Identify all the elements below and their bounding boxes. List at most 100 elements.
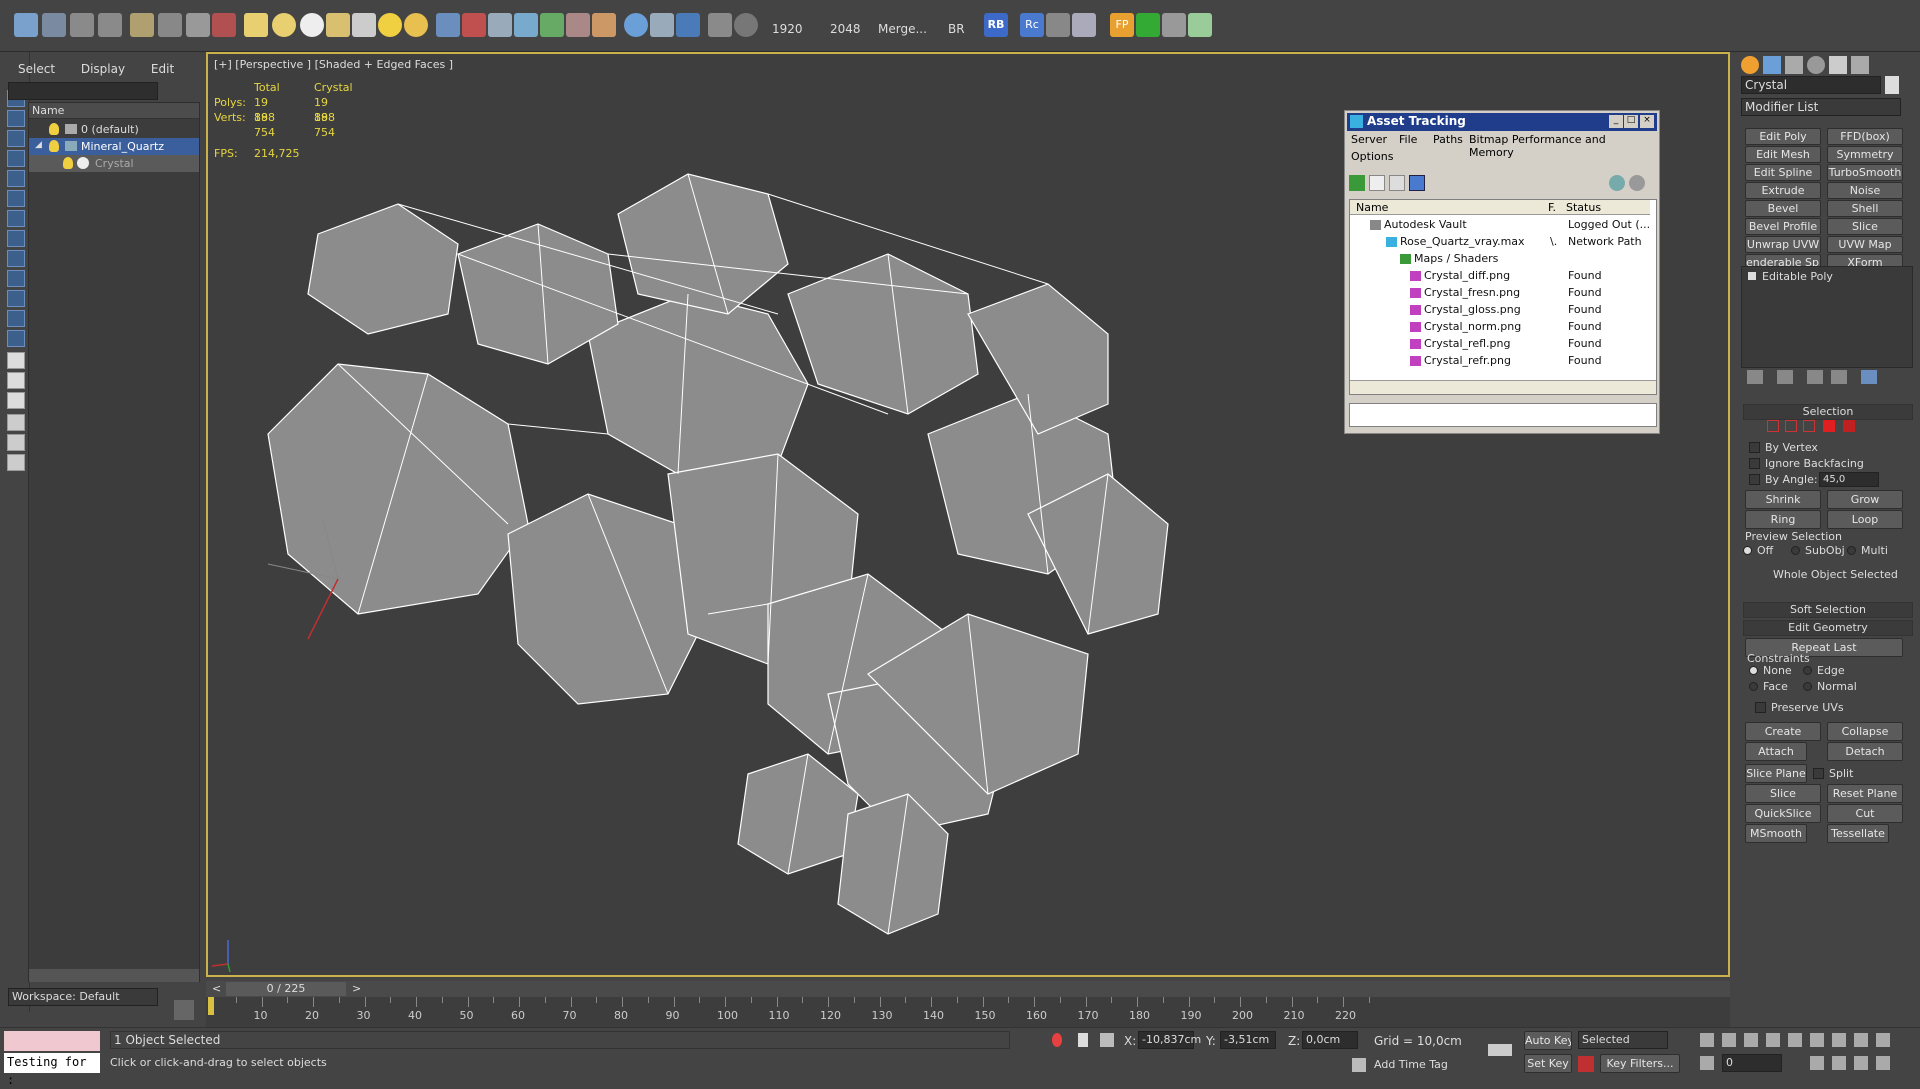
display-none-icon[interactable]	[7, 352, 25, 369]
detach-button[interactable]: Detach	[1827, 742, 1903, 761]
asset-row[interactable]: Crystal_fresn.png Found	[1352, 285, 1655, 302]
modifier-button[interactable]: Bevel	[1745, 200, 1821, 217]
expand-icon[interactable]	[1748, 272, 1756, 280]
vertex-mode-icon[interactable]	[1767, 420, 1779, 432]
zoom-icon[interactable]	[1810, 1033, 1824, 1047]
refresh-icon[interactable]	[1349, 175, 1365, 191]
grow-button[interactable]: Grow	[1827, 490, 1903, 509]
filter-helpers-icon[interactable]	[7, 170, 25, 187]
transform-icon[interactable]	[158, 13, 182, 37]
prev-frame-icon[interactable]: <	[212, 982, 221, 995]
helper-icon[interactable]	[488, 13, 512, 37]
light-bulb-icon[interactable]	[63, 157, 73, 169]
filter-bones-icon[interactable]	[7, 250, 25, 267]
zoom-extents-all-icon[interactable]	[1876, 1033, 1890, 1047]
close-icon[interactable]: ×	[1640, 115, 1654, 128]
asset-row[interactable]: Crystal_norm.png Found	[1352, 319, 1655, 336]
workspace-dropdown[interactable]: Workspace: Default	[8, 988, 158, 1006]
asset-row[interactable]: Crystal_refl.png Found	[1352, 336, 1655, 353]
settings-icon[interactable]	[1629, 175, 1645, 191]
go-to-start-icon[interactable]	[1700, 1033, 1714, 1047]
add-time-tag[interactable]: Add Time Tag	[1374, 1058, 1448, 1071]
edit-geometry-rollout-header[interactable]: Edit Geometry	[1743, 620, 1913, 636]
modifier-button[interactable]: Unwrap UVW	[1745, 236, 1821, 253]
display-children-icon[interactable]	[7, 392, 25, 409]
modifier-button[interactable]: Slice	[1827, 218, 1903, 235]
object-row-crystal[interactable]: Crystal	[29, 155, 199, 172]
modifier-button[interactable]: Edit Spline	[1745, 164, 1821, 181]
reset-plane-button[interactable]: Reset Plane	[1827, 784, 1903, 803]
asset-list-scrollbar[interactable]	[1350, 380, 1656, 394]
teapot-icon[interactable]	[212, 13, 236, 37]
table-view-icon[interactable]	[1409, 175, 1425, 191]
pan-icon[interactable]	[1832, 1056, 1846, 1070]
hierarchy-tab-icon[interactable]	[1785, 56, 1803, 74]
asset-row[interactable]: Crystal_diff.png Found	[1352, 268, 1655, 285]
z-coordinate-field[interactable]: 0,0cm	[1302, 1031, 1358, 1049]
menu-display[interactable]: Display	[81, 62, 125, 76]
material-editor-icon[interactable]	[70, 13, 94, 37]
asset-row[interactable]: Crystal_refr.png Found	[1352, 353, 1655, 370]
isolate-icon[interactable]	[1052, 1033, 1062, 1047]
render-setup-icon[interactable]	[42, 13, 66, 37]
globe-icon[interactable]	[624, 13, 648, 37]
display-invert-icon[interactable]	[7, 372, 25, 389]
light-bulb-icon[interactable]	[49, 140, 59, 152]
preserve-uvs-checkbox[interactable]	[1755, 702, 1766, 713]
filter-lights-icon[interactable]	[7, 130, 25, 147]
preview-off-radio[interactable]	[1743, 546, 1752, 555]
filter-containers-icon[interactable]	[7, 270, 25, 287]
modifier-list-dropdown[interactable]: Modifier List	[1741, 98, 1901, 116]
next-frame-icon[interactable]: >	[352, 982, 361, 995]
play-icon[interactable]	[1744, 1033, 1758, 1047]
light-bulb-icon[interactable]	[130, 13, 154, 37]
track-bar[interactable]: 10 20 30 40 50 60 70 80 90 100 110 120 130 140 150 160 1…	[206, 997, 1730, 1027]
merge-button[interactable]: Merge...	[878, 22, 927, 36]
sort-icon[interactable]	[7, 454, 25, 471]
loop-button[interactable]: Loop	[1827, 510, 1903, 529]
rotate-icon[interactable]	[186, 13, 210, 37]
constraint-normal-radio[interactable]	[1803, 682, 1812, 691]
by-vertex-checkbox[interactable]	[1749, 442, 1760, 453]
particle-icon[interactable]	[436, 13, 460, 37]
minimize-icon[interactable]: _	[1609, 115, 1623, 128]
create-button[interactable]: Create	[1745, 722, 1821, 741]
tools-icon[interactable]	[1046, 13, 1070, 37]
msmooth-button[interactable]: MSmooth	[1745, 824, 1807, 843]
show-end-result-icon[interactable]	[1777, 370, 1793, 384]
geosphere-icon[interactable]	[300, 13, 324, 37]
column-name[interactable]: Name	[1356, 201, 1388, 214]
attach-button[interactable]: Attach	[1745, 742, 1807, 761]
constraint-face-radio[interactable]	[1749, 682, 1758, 691]
spreadsheet-icon[interactable]	[1188, 13, 1212, 37]
column-f[interactable]: F.	[1548, 201, 1556, 214]
element-mode-icon[interactable]	[1843, 420, 1855, 432]
layer-manager-icon[interactable]	[98, 13, 122, 37]
key-icon[interactable]	[1488, 1044, 1512, 1056]
go-to-end-icon[interactable]	[1788, 1033, 1802, 1047]
remove-modifier-icon[interactable]	[1831, 370, 1847, 384]
slice-plane-button[interactable]: Slice Plane	[1745, 764, 1807, 783]
edge-mode-icon[interactable]	[1785, 420, 1797, 432]
find-icon[interactable]	[7, 434, 25, 451]
filter-spacewarps-icon[interactable]	[7, 190, 25, 207]
modifier-button[interactable]: Bevel Profile	[1745, 218, 1821, 235]
modifier-button[interactable]: Edit Mesh	[1745, 146, 1821, 163]
zoom-all-icon[interactable]	[1832, 1033, 1846, 1047]
br-label[interactable]: BR	[948, 22, 965, 36]
open-icon[interactable]	[14, 13, 38, 37]
snowflake-icon[interactable]	[514, 13, 538, 37]
stack-item-editable-poly[interactable]: Editable Poly	[1744, 269, 1910, 285]
object-name-field[interactable]: Crystal	[1741, 76, 1881, 94]
maximize-icon[interactable]: □	[1624, 115, 1638, 128]
collapse-button[interactable]: Collapse	[1827, 722, 1903, 741]
dynamics-icon[interactable]	[462, 13, 486, 37]
asset-row[interactable]: Rose_Quartz_vray.max \. Network Path	[1352, 234, 1655, 251]
filter-all-icon[interactable]	[7, 330, 25, 347]
cut-button[interactable]: Cut	[1827, 804, 1903, 823]
selection-rollout-header[interactable]: Selection	[1743, 404, 1913, 420]
object-color-swatch[interactable]	[1885, 76, 1899, 94]
menu-file[interactable]: File	[1399, 133, 1417, 146]
window-titlebar[interactable]: Asset Tracking _ □ ×	[1347, 113, 1657, 131]
cone-icon[interactable]	[352, 13, 376, 37]
